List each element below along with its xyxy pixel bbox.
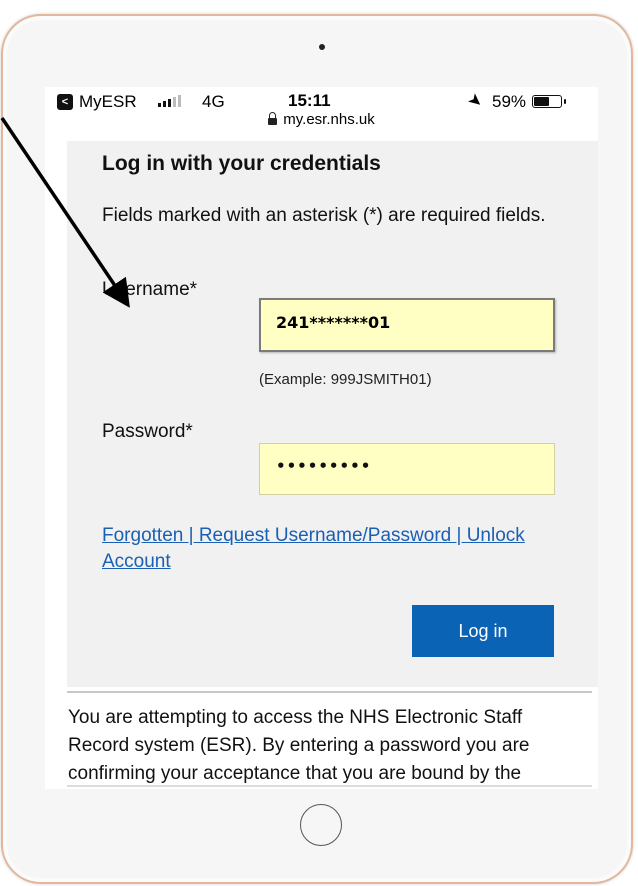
back-icon: < [57,94,73,110]
username-example-hint: (Example: 999JSMITH01) [259,371,432,388]
login-panel: Log in with your credentials Fields mark… [67,141,598,687]
camera-dot [319,44,325,50]
forgotten-credentials-link[interactable]: Forgotten | Request Username/Password | … [102,523,572,575]
address-bar[interactable]: my.esr.nhs.uk [45,111,598,128]
login-button[interactable]: Log in [412,605,554,657]
status-bar: < MyESR 4G 15:11 ➤ 59% [45,87,598,113]
network-type: 4G [202,92,225,111]
battery-tip [564,99,566,104]
signal-icon [158,95,181,107]
password-label: Password* [102,421,193,442]
status-time: 15:11 [288,91,331,110]
screen: < MyESR 4G 15:11 ➤ 59% my.esr.nhs.uk Log… [45,87,598,789]
home-button[interactable] [300,804,342,846]
username-label: Username* [102,279,198,300]
username-field[interactable]: 241*******01 [259,298,555,352]
battery-percent: 59% [492,92,527,111]
divider [67,691,592,693]
lock-icon [268,112,278,125]
back-app-label: MyESR [79,92,137,111]
required-fields-note: Fields marked with an asterisk (*) are r… [102,205,546,226]
battery-icon [532,95,562,108]
divider-bottom [67,785,592,787]
back-to-app[interactable]: < MyESR [57,92,137,112]
location-icon: ➤ [463,88,488,113]
url-text: my.esr.nhs.uk [283,111,375,128]
login-heading: Log in with your credentials [102,152,381,175]
legal-notice: You are attempting to access the NHS Ele… [68,707,530,784]
password-field[interactable]: ••••••••• [259,443,555,495]
